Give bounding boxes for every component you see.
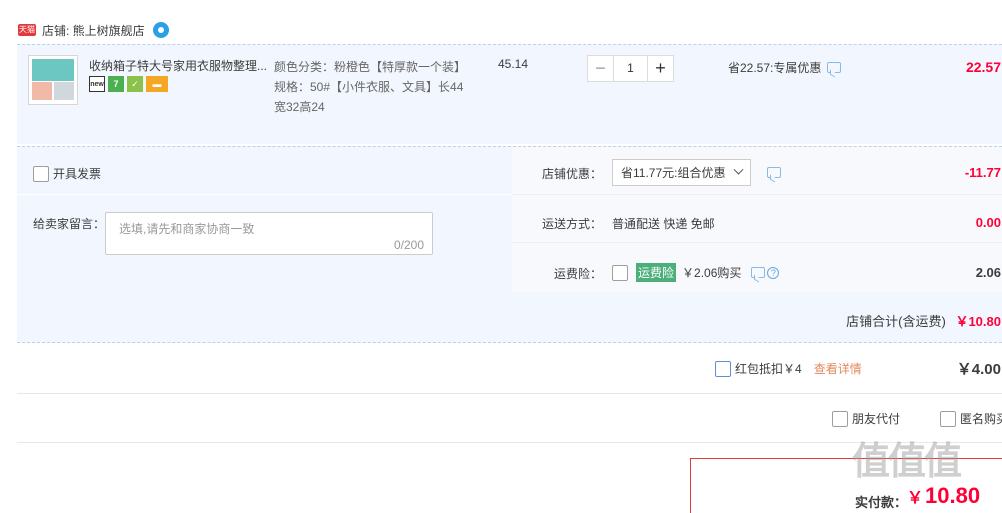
shop-discount-select[interactable]: 省11.77元:组合优惠 bbox=[612, 159, 752, 186]
invoice-option[interactable]: 开具发票 bbox=[33, 165, 101, 182]
invoice-label: 开具发票 bbox=[53, 167, 102, 181]
final-payment-value: ￥10.80 bbox=[907, 483, 980, 509]
redpack-checkbox[interactable] bbox=[715, 360, 731, 377]
shipping-label: 运送方式： bbox=[541, 217, 602, 231]
shop-discount-amount: -11.77 bbox=[964, 165, 1001, 180]
message-placeholder: 选填,请先和商家协商一致 bbox=[119, 222, 255, 236]
item-promotion: 省22.57:专属优惠 bbox=[728, 59, 842, 76]
promotion-comment-icon[interactable] bbox=[827, 62, 842, 73]
shipping-amount: 0.00 bbox=[975, 215, 1001, 230]
shipping-method: 普通配送 快递 免邮 bbox=[612, 217, 715, 231]
sku-info: 颜色分类：粉橙色【特厚款一个装】 规格：50#【小件衣服、文具】长44宽32高2… bbox=[274, 57, 467, 117]
friend-pay-label: 朋友代付 bbox=[852, 412, 901, 426]
anonymous-option[interactable]: 匿名购买 bbox=[940, 410, 1002, 427]
wangwang-chat-icon[interactable] bbox=[152, 22, 169, 38]
redpack-detail-link[interactable]: 查看详情 bbox=[814, 360, 862, 377]
anonymous-label: 匿名购买 bbox=[960, 412, 1002, 426]
card-icon[interactable]: ▬ bbox=[146, 76, 168, 92]
increase-quantity-button[interactable]: + bbox=[647, 55, 674, 82]
anonymous-checkbox[interactable] bbox=[940, 410, 956, 427]
invoice-checkbox[interactable] bbox=[33, 165, 49, 182]
insurance-price: ￥2.06购买 bbox=[682, 266, 742, 280]
unit-price: 45.14 bbox=[498, 57, 529, 71]
insurance-amount: 2.06 bbox=[975, 265, 1001, 280]
shop-total-value: ￥10.80 bbox=[955, 314, 1001, 329]
insurance-tag: 运费险 bbox=[636, 263, 677, 282]
insurance-checkbox[interactable] bbox=[612, 264, 628, 281]
redpack-option[interactable]: 红包抵扣￥4 查看详情 bbox=[715, 360, 862, 377]
order-options: 开具发票 给卖家留言： 选填,请先和商家协商一致 0/200 店铺优惠： 省11… bbox=[17, 146, 1002, 343]
friend-pay-checkbox[interactable] bbox=[832, 410, 848, 427]
redpack-row: 红包抵扣￥4 查看详情 ￥4.00 bbox=[17, 344, 1002, 394]
redpack-label: 红包抵扣￥4 bbox=[735, 362, 802, 376]
new-badge-icon[interactable]: new bbox=[89, 76, 105, 92]
shop-fees-panel: 店铺优惠： 省11.77元:组合优惠 -11.77 运送方式： 普通配送 快递 … bbox=[512, 147, 1002, 292]
product-thumbnail[interactable] bbox=[28, 55, 78, 105]
shop-discount-label: 店铺优惠： bbox=[541, 167, 602, 181]
final-amount: 10.80 bbox=[925, 483, 981, 508]
insurance-comment-icon[interactable] bbox=[751, 267, 766, 278]
discount-comment-icon[interactable] bbox=[767, 167, 782, 178]
redpack-amount: ￥4.00 bbox=[956, 361, 1001, 378]
help-icon[interactable]: ? bbox=[767, 266, 780, 279]
seven-day-return-icon[interactable]: 7 bbox=[108, 76, 124, 92]
quantity-stepper: − 1 + bbox=[587, 55, 674, 82]
watermark-logo: 值值值 bbox=[852, 441, 962, 483]
message-char-count: 0/200 bbox=[393, 238, 424, 252]
promotion-text: 省22.57:专属优惠 bbox=[728, 61, 822, 75]
item-subtotal: 22.57 bbox=[965, 59, 1001, 75]
decrease-quantity-button[interactable]: − bbox=[587, 55, 614, 82]
service-icons: new 7 ✓ ▬ bbox=[89, 76, 168, 92]
product-title-link[interactable]: 收纳箱子特大号家用衣服物整理... bbox=[89, 57, 269, 74]
insurance-label: 运费险： bbox=[553, 267, 602, 281]
shop-total-label: 店铺合计(含运费) bbox=[846, 314, 946, 329]
seller-message-textarea[interactable]: 选填,请先和商家协商一致 0/200 bbox=[105, 212, 433, 255]
final-payment-label: 实付款： bbox=[855, 495, 908, 510]
sku-color: 颜色分类：粉橙色【特厚款一个装】 bbox=[274, 60, 467, 74]
currency-symbol: ￥ bbox=[907, 490, 924, 507]
shop-discount-value: 省11.77元:组合优惠 bbox=[621, 166, 726, 180]
shop-name-link[interactable]: 店铺: 熊上树旗舰店 bbox=[42, 22, 145, 39]
cart-item-row: 收纳箱子特大号家用衣服物整理... new 7 ✓ ▬ 颜色分类：粉橙色【特厚款… bbox=[17, 44, 1002, 144]
guarantee-icon[interactable]: ✓ bbox=[127, 76, 143, 92]
shop-total: 店铺合计(含运费) ￥10.80 bbox=[846, 311, 1001, 330]
quantity-input[interactable]: 1 bbox=[614, 55, 647, 82]
message-label: 给卖家留言： bbox=[33, 217, 106, 231]
shop-header: 天猫 店铺: 熊上树旗舰店 bbox=[18, 18, 169, 42]
sku-size: 规格：50#【小件衣服、文具】长44宽32高24 bbox=[274, 80, 464, 114]
tmall-icon: 天猫 bbox=[18, 24, 36, 36]
friend-pay-option[interactable]: 朋友代付 bbox=[832, 410, 900, 427]
chevron-down-icon bbox=[734, 164, 744, 175]
